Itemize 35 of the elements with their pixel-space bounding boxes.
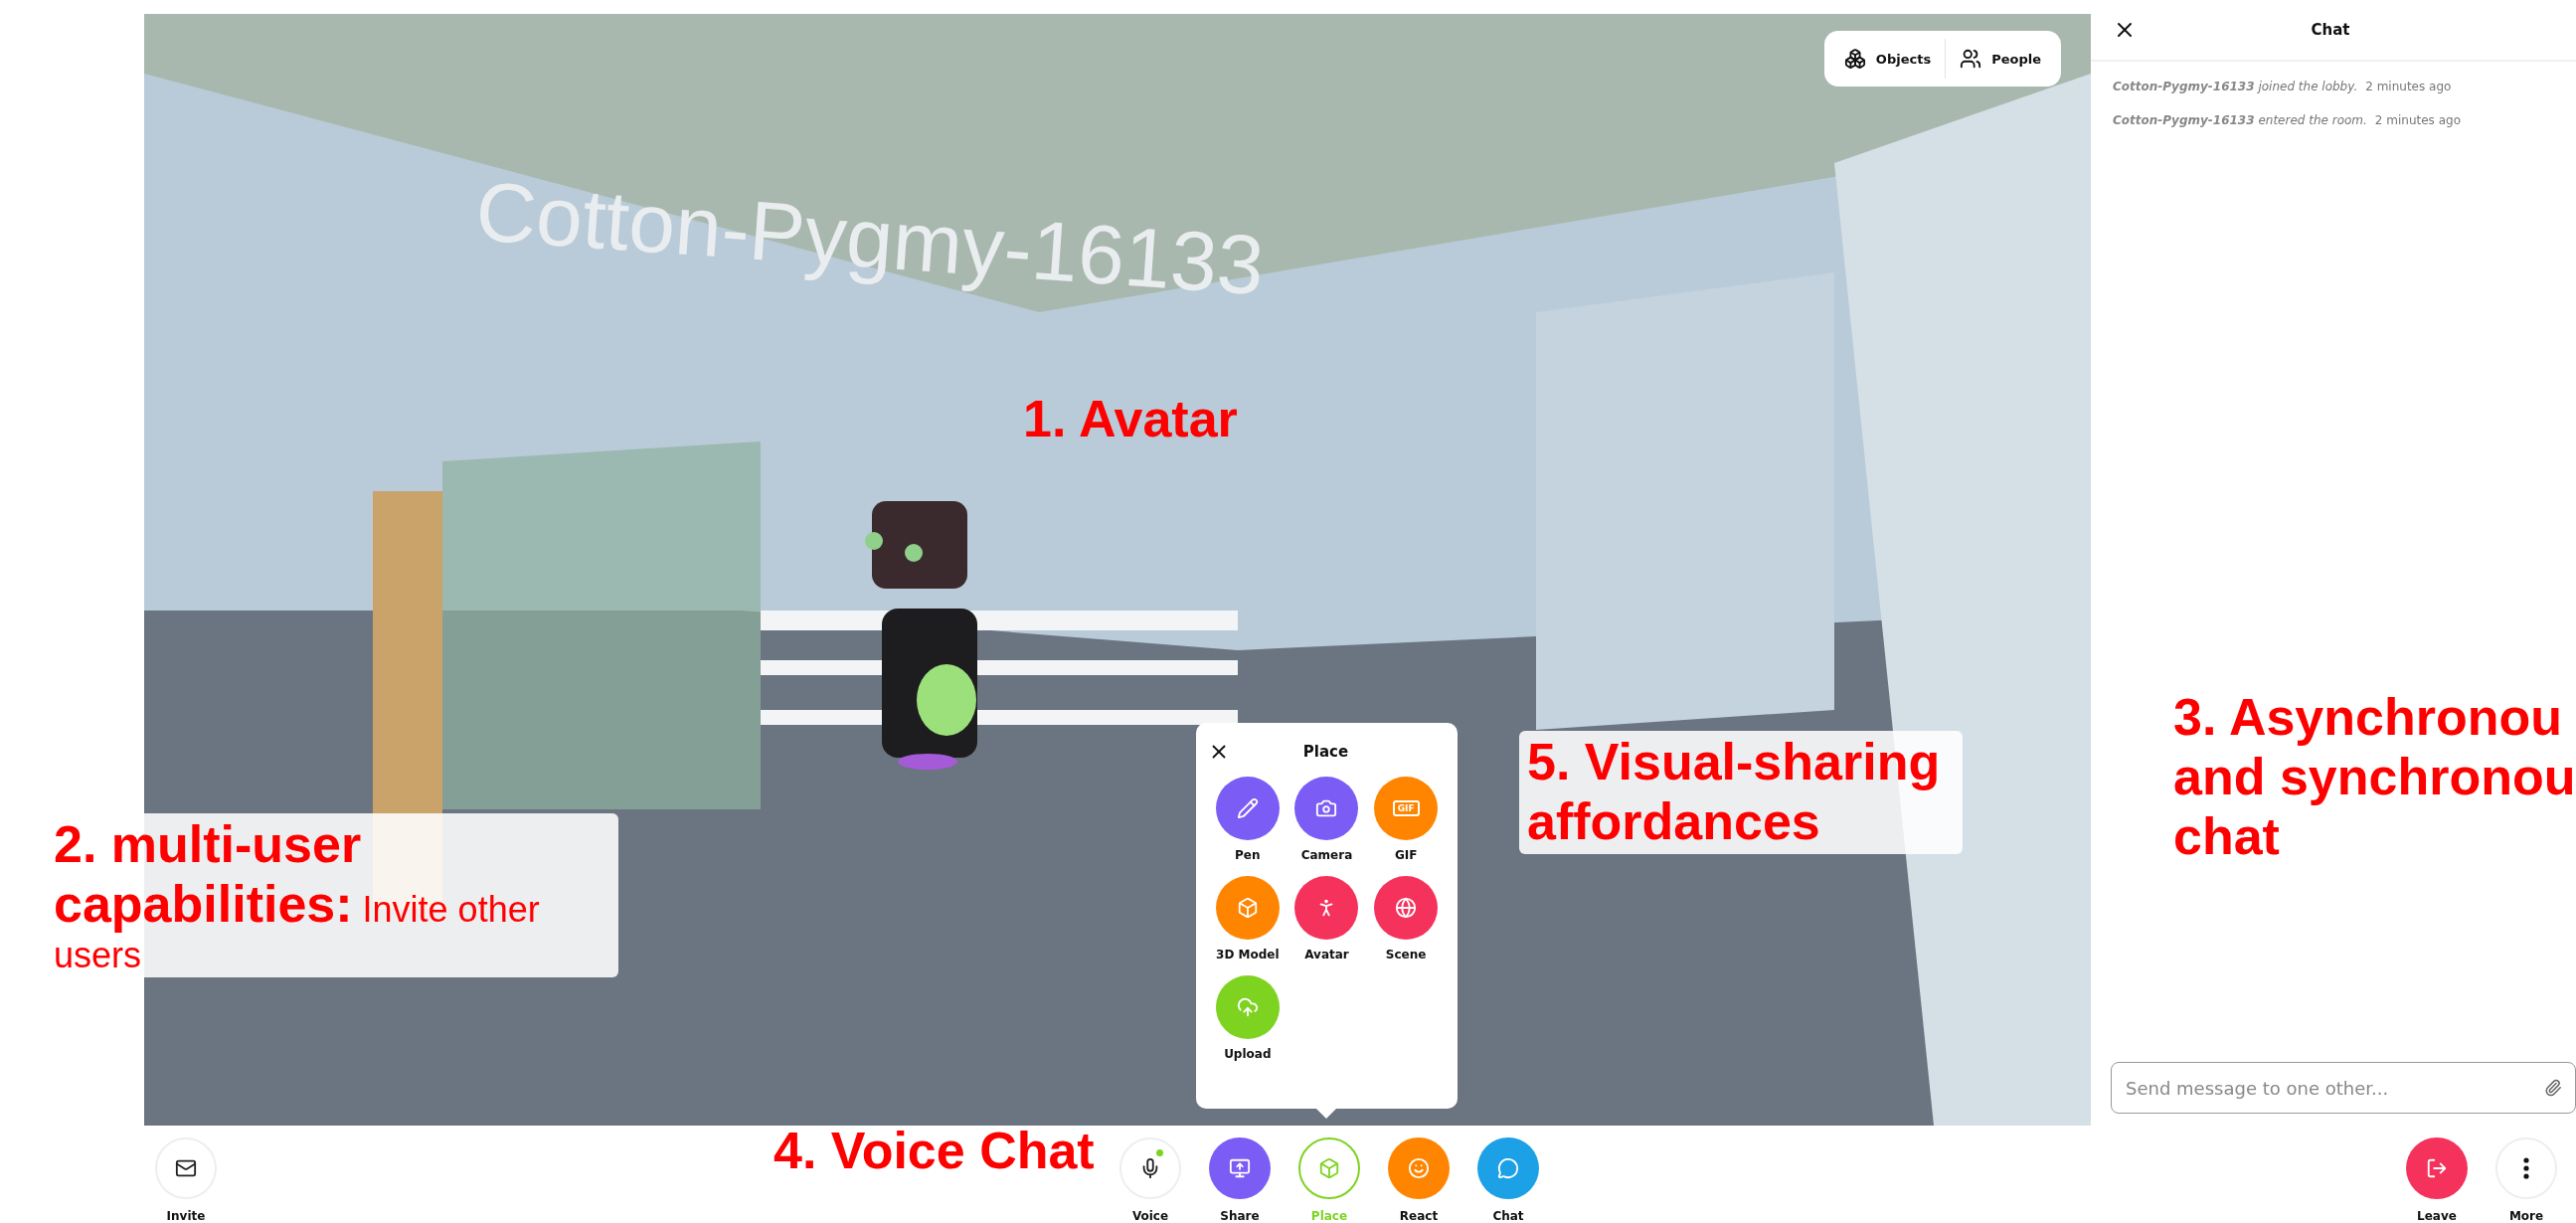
- place-item[interactable]: GIF GIF: [1366, 777, 1446, 862]
- chat-title: Chat: [2310, 21, 2351, 39]
- toolbar-icon: [1497, 1157, 1519, 1179]
- chat-message: Cotton-Pygmy-16133 joined the lobby. 2 minutes ago: [2113, 80, 2453, 93]
- place-icon: [1236, 797, 1259, 819]
- paperclip-icon[interactable]: [2544, 1079, 2562, 1097]
- place-item[interactable]: Camera: [1287, 777, 1367, 862]
- place-icon: [1315, 797, 1338, 819]
- place-icon: [1236, 897, 1259, 919]
- toolbar-icon: [175, 1157, 197, 1179]
- toolbar-icon: [1408, 1157, 1430, 1179]
- avatar-name-tag: Cotton-Pygmy-16133: [472, 163, 1268, 315]
- place-icon: [1395, 897, 1418, 919]
- place-item[interactable]: Upload: [1208, 975, 1288, 1061]
- people-icon: [1960, 48, 1982, 70]
- toolbar-icon: [2426, 1157, 2448, 1179]
- gif-icon: GIF: [1392, 800, 1420, 816]
- chat-message: Cotton-Pygmy-16133 entered the room. 2 minutes ago: [2113, 113, 2462, 127]
- place-item[interactable]: Avatar: [1287, 876, 1367, 961]
- place-item[interactable]: 3D Model: [1208, 876, 1288, 961]
- menu-title: Place: [1301, 743, 1350, 761]
- toolbar-icon: [1318, 1157, 1340, 1179]
- cubes-icon: [1843, 48, 1866, 70]
- toolbar-icon: [2523, 1157, 2529, 1179]
- annotation-label: 5. Visual-sharing affordances: [1519, 731, 1963, 854]
- view-button[interactable]: Objects: [1829, 39, 1946, 79]
- toolbar-icon: [1229, 1157, 1251, 1179]
- message-field[interactable]: Send message to one other...: [2111, 1062, 2576, 1114]
- place-item[interactable]: Scene: [1366, 876, 1446, 961]
- view-button[interactable]: People: [1945, 39, 2055, 79]
- annotation-label: 4. Voice Chat: [773, 1121, 1096, 1181]
- place-item[interactable]: Pen: [1208, 777, 1288, 862]
- place-icon: [1236, 996, 1259, 1018]
- annotation-label: 1. Avatar: [1022, 389, 1239, 449]
- annotation-label: 3. Asynchronou and synchronou chat: [2172, 687, 2576, 867]
